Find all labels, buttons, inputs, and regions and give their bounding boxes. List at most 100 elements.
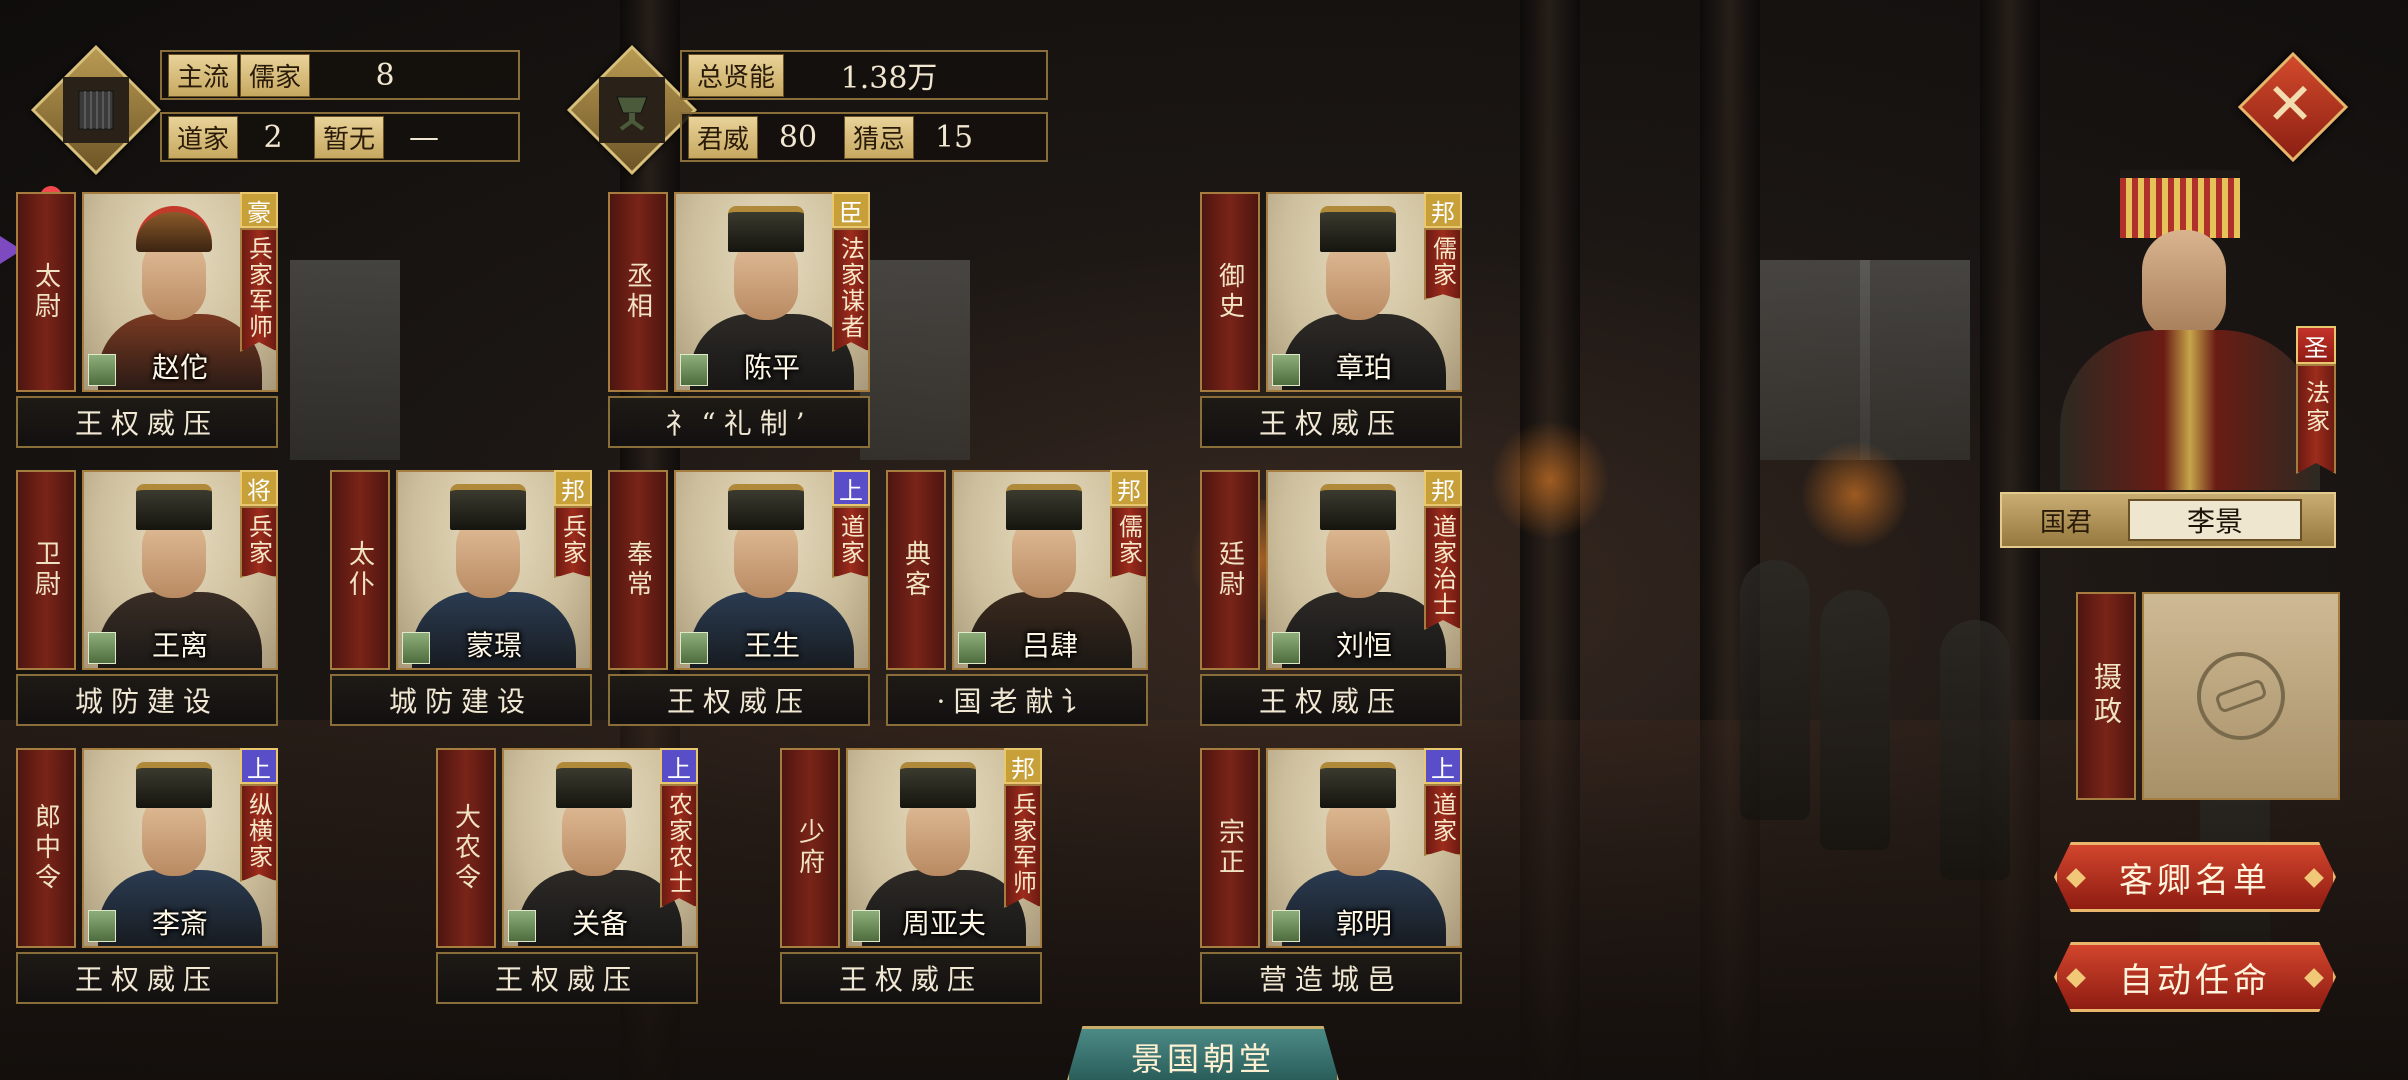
office-title: 奉常 (622, 540, 653, 600)
rank-badge: 邦 (1424, 470, 1462, 506)
total-talent-value: 1.38万 (840, 61, 938, 96)
rank-badge: 邦 (1424, 192, 1462, 228)
second-school: 道家 (168, 115, 239, 159)
auto-appoint-button[interactable]: 自动任命 (2054, 942, 2336, 1012)
school-label: 兵家军师 (1008, 792, 1037, 896)
office-title-strip: 奉常 (608, 470, 668, 670)
school-tag: 兵家军师 (1004, 784, 1042, 908)
regent-empty-slot[interactable] (2142, 592, 2340, 800)
office-title-strip: 太仆 (330, 470, 390, 670)
school-tag: 道家 (832, 506, 870, 578)
policy-bar[interactable]: 王权威压 (1200, 396, 1462, 448)
ruler-school-label: 法家 (2301, 380, 2330, 436)
regent-label: 摄政 (2090, 662, 2123, 730)
official-card[interactable]: 典客 吕肆 邦 儒家 ·国老献讠 (886, 470, 1148, 734)
suspicion-value: 15 (934, 119, 974, 155)
policy-bar[interactable]: 王权威压 (608, 674, 870, 726)
office-title: 御史 (1214, 262, 1245, 322)
official-card[interactable]: 大农令 关备 上 农家农士 王权威压 (436, 748, 698, 1012)
official-card[interactable]: 御史 章珀 邦 儒家 王权威压 (1200, 192, 1462, 456)
policy-label: 城防建设 (388, 685, 533, 718)
school-label: 道家 (836, 514, 865, 566)
school-label: 兵家 (244, 514, 273, 566)
ruler-school-tag: 法家 (2296, 364, 2336, 474)
official-card[interactable]: 奉常 王生 上 道家 王权威压 (608, 470, 870, 734)
policy-bar[interactable]: 王权威压 (780, 952, 1042, 1004)
official-name: 陈平 (743, 351, 800, 384)
ruler-portrait[interactable] (2050, 160, 2330, 490)
office-title-strip: 卫尉 (16, 470, 76, 670)
authority-row: 君威 80 猜忌 15 (680, 112, 1048, 162)
ruler-name-bar: 国君 李景 (2000, 492, 2336, 548)
office-title: 大农令 (450, 803, 481, 893)
official-name: 周亚夫 (901, 907, 986, 940)
official-card[interactable]: 少府 周亚夫 邦 兵家军师 王权威压 (780, 748, 1042, 1012)
school-tag: 道家 (1424, 784, 1462, 856)
policy-bar[interactable]: 王权威压 (16, 952, 278, 1004)
policy-bar[interactable]: 王权威压 (1200, 674, 1462, 726)
total-talent-label: 总贤能 (688, 53, 785, 97)
office-title-strip: 郎中令 (16, 748, 76, 948)
school-label: 道家 (1428, 792, 1457, 844)
office-title-strip: 太尉 (16, 192, 76, 392)
rank-badge: 上 (832, 470, 870, 506)
ruler-rank-badge: 圣 (2296, 326, 2336, 364)
policy-bar[interactable]: ·国老献讠 (886, 674, 1148, 726)
school-label: 儒家 (1428, 236, 1457, 288)
guest-list-button[interactable]: 客卿名单 (2054, 842, 2336, 912)
school-tag: 道家治士 (1424, 506, 1462, 630)
official-card[interactable]: 宗正 郭明 上 道家 营造城邑 (1200, 748, 1462, 1012)
office-title: 丞相 (622, 262, 653, 322)
office-title-strip: 丞相 (608, 192, 668, 392)
office-title-strip: 大农令 (436, 748, 496, 948)
office-title: 宗正 (1214, 818, 1245, 878)
office-title: 卫尉 (30, 540, 61, 600)
policy-bar[interactable]: 王权威压 (16, 396, 278, 448)
close-icon: ✕ (2265, 70, 2315, 138)
school-tag: 农家农士 (660, 784, 698, 908)
official-card[interactable]: 郎中令 李斎 上 纵横家 王权威压 (16, 748, 278, 1012)
secondary-school-row: 道家 2 暂无 — (160, 112, 520, 162)
official-card[interactable]: 太仆 蒙璟 邦 兵家 城防建设 (330, 470, 592, 734)
close-button[interactable]: ✕ (2237, 51, 2349, 163)
school-label: 兵家军师 (244, 236, 273, 340)
official-card[interactable]: 卫尉 王离 将 兵家 城防建设 (16, 470, 278, 734)
policy-label: 王权威压 (494, 963, 639, 996)
school-tag: 儒家 (1110, 506, 1148, 578)
policy-label: ·国老献讠 (936, 685, 1098, 718)
rank-badge: 邦 (554, 470, 592, 506)
policy-bar[interactable]: 营造城邑 (1200, 952, 1462, 1004)
policy-bar[interactable]: 王权威压 (436, 952, 698, 1004)
office-title: 太尉 (30, 262, 61, 322)
school-label: 农家农士 (664, 792, 693, 896)
authority-label: 君威 (688, 115, 759, 159)
rank-badge: 上 (660, 748, 698, 784)
school-tag: 法家谋者 (832, 228, 870, 352)
policy-label: 营造城邑 (1258, 963, 1403, 996)
policy-label: 王权威压 (838, 963, 983, 996)
crown-icon (2120, 170, 2240, 238)
suspicion-label: 猜忌 (844, 115, 915, 159)
official-card[interactable]: 太尉 赵佗 豪 兵家军师 王权威压 (16, 192, 278, 456)
official-name: 刘恒 (1335, 629, 1392, 662)
office-title-strip: 廷尉 (1200, 470, 1260, 670)
mainstream-row: 主流 儒家 8 (160, 50, 520, 100)
none-label: 暂无 (314, 115, 385, 159)
policy-bar[interactable]: 城防建设 (330, 674, 592, 726)
regent-title-strip: 摄政 (2076, 592, 2136, 800)
policy-bar[interactable]: 城防建设 (16, 674, 278, 726)
official-name: 关备 (571, 907, 628, 940)
policy-bar[interactable]: 礻“礼制’ (608, 396, 870, 448)
regent-slot[interactable]: 摄政 (2076, 592, 2340, 800)
policy-label: 王权威压 (74, 407, 219, 440)
rank-badge: 豪 (240, 192, 278, 228)
court-tab[interactable]: 景国朝堂 (1066, 1026, 1340, 1080)
school-label: 纵横家 (244, 792, 273, 870)
bamboo-scroll-icon (30, 44, 162, 176)
office-title: 郎中令 (30, 803, 61, 893)
official-card[interactable]: 丞相 陈平 臣 法家谋者 礻“礼制’ (608, 192, 870, 456)
official-name: 李斎 (151, 907, 208, 940)
office-title-strip: 少府 (780, 748, 840, 948)
school-tag: 纵横家 (240, 784, 278, 882)
official-card[interactable]: 廷尉 刘恒 邦 道家治士 王权威压 (1200, 470, 1462, 734)
